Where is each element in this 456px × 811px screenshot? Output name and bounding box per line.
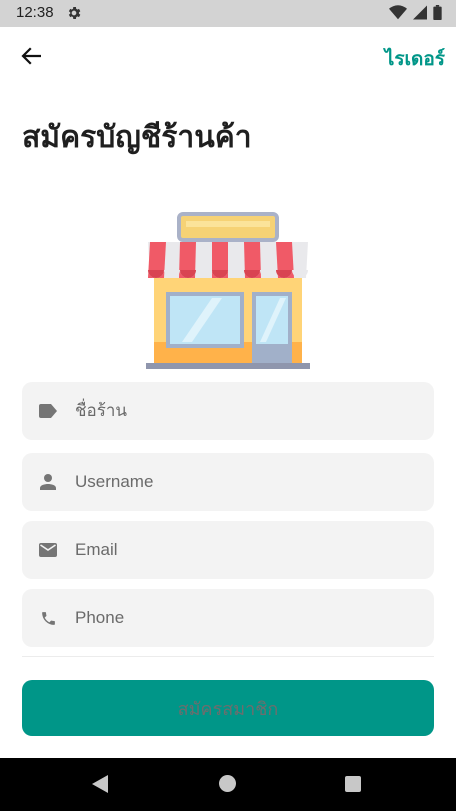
phone-icon — [39, 609, 57, 627]
phone-input[interactable] — [75, 589, 425, 647]
status-icons — [389, 5, 442, 24]
form-divider — [22, 656, 434, 657]
mail-icon — [39, 541, 57, 559]
shop-name-input[interactable] — [75, 382, 425, 440]
back-button[interactable] — [14, 42, 48, 74]
arrow-back-icon — [21, 47, 42, 69]
signal-icon — [413, 5, 427, 24]
phone-field[interactable] — [22, 589, 434, 647]
battery-icon — [433, 5, 442, 24]
settings-gear-icon — [66, 5, 82, 25]
rider-link[interactable]: ไรเดอร์ — [385, 44, 445, 74]
label-icon — [39, 402, 57, 420]
page-title: สมัครบัญชีร้านค้า — [22, 120, 252, 155]
system-nav-bar — [0, 758, 456, 811]
register-button[interactable]: สมัครสมาชิก — [22, 680, 434, 736]
username-input[interactable] — [75, 453, 425, 511]
person-icon — [39, 473, 57, 491]
status-bar: 12:38 — [0, 0, 456, 27]
email-field[interactable] — [22, 521, 434, 579]
nav-recents-icon[interactable] — [345, 776, 361, 792]
nav-home-icon[interactable] — [219, 775, 236, 792]
wifi-icon — [389, 5, 407, 24]
shop-storefront-illustration — [146, 212, 310, 369]
nav-back-icon[interactable] — [92, 775, 108, 797]
username-field[interactable] — [22, 453, 434, 511]
shop-name-field[interactable] — [22, 382, 434, 440]
email-input[interactable] — [75, 521, 425, 579]
status-time: 12:38 — [16, 4, 54, 21]
